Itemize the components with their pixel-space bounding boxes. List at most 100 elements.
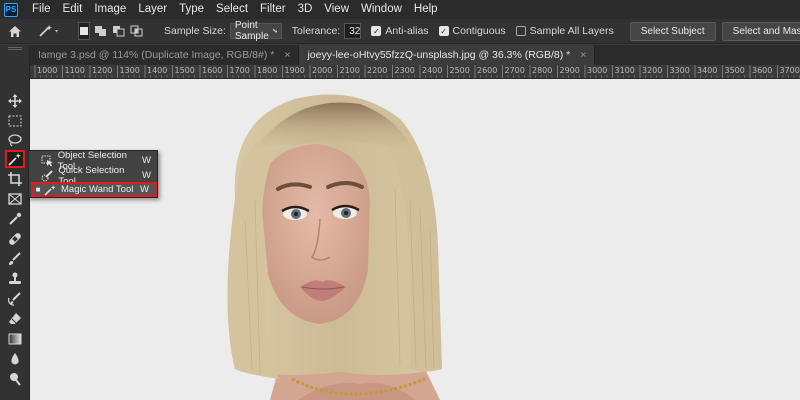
photoshop-logo-icon[interactable]: PS <box>4 2 18 17</box>
sample-all-layers-label: Sample All Layers <box>529 25 614 37</box>
healing-brush-icon <box>9 233 21 245</box>
menu-bar: PS File Edit Image Layer Type Select Fil… <box>0 0 800 19</box>
clone-stamp-icon <box>9 272 21 284</box>
lasso-icon <box>8 134 22 147</box>
ruler-label: 2600 <box>477 66 498 75</box>
close-icon[interactable]: × <box>580 49 586 61</box>
ruler-label: 2900 <box>559 66 580 75</box>
menu-type[interactable]: Type <box>173 0 210 19</box>
ruler-label: 2300 <box>394 66 415 75</box>
ruler-label: 1000 <box>37 66 58 75</box>
blur-icon <box>11 353 19 365</box>
move-icon <box>8 94 22 108</box>
lasso-tool[interactable] <box>5 131 25 149</box>
tolerance-label: Tolerance: <box>291 25 341 37</box>
menu-3d[interactable]: 3D <box>292 0 319 19</box>
tab-iamge-3[interactable]: Iamge 3.psd @ 114% (Duplicate Image, RGB… <box>30 45 300 65</box>
brush-tool[interactable] <box>5 250 25 268</box>
marquee-tool[interactable] <box>5 112 25 130</box>
contiguous-checkbox[interactable]: ✓ Contiguous <box>438 25 506 37</box>
selection-tools-flyout: Object Selection Tool W Quick Selection … <box>28 150 158 198</box>
ruler-label: 1700 <box>229 66 250 75</box>
intersect-selection-button[interactable] <box>130 22 144 40</box>
menu-help[interactable]: Help <box>408 0 444 19</box>
magic-wand-tool[interactable] <box>5 150 25 168</box>
sample-size-label: Sample Size: <box>164 25 226 37</box>
ruler-label: 1500 <box>174 66 195 75</box>
ruler-label: 2500 <box>449 66 470 75</box>
checkmark-icon: ✓ <box>438 26 449 36</box>
menu-file[interactable]: File <box>26 0 57 19</box>
home-button[interactable] <box>8 20 22 42</box>
ruler-label: 2700 <box>504 66 525 75</box>
ruler-label: 3100 <box>614 66 635 75</box>
tool-preset-picker[interactable] <box>38 21 62 41</box>
menu-window[interactable]: Window <box>355 0 408 19</box>
dodge-tool[interactable] <box>5 370 25 388</box>
intersect-selection-icon <box>130 25 143 37</box>
gradient-tool[interactable] <box>5 330 25 348</box>
menu-edit[interactable]: Edit <box>57 0 89 19</box>
home-icon <box>9 25 21 37</box>
tolerance-input[interactable]: 32 <box>344 23 362 39</box>
document-tabs: Iamge 3.psd @ 114% (Duplicate Image, RGB… <box>30 45 800 65</box>
chevron-down-icon <box>272 28 277 33</box>
crop-tool[interactable] <box>5 170 25 188</box>
menu-layer[interactable]: Layer <box>132 0 173 19</box>
dodge-icon <box>10 373 21 386</box>
fly-item-label: Magic Wand Tool <box>61 184 134 195</box>
close-icon[interactable]: × <box>284 49 290 61</box>
menu-filter[interactable]: Filter <box>254 0 292 19</box>
ruler-label: 1800 <box>257 66 278 75</box>
magic-wand-tool-item[interactable]: ■ Magic Wand Tool W <box>31 182 157 197</box>
new-selection-button[interactable] <box>78 22 90 40</box>
ruler-label: 3600 <box>752 66 773 75</box>
ruler-label: 3000 <box>587 66 608 75</box>
move-tool[interactable] <box>5 92 25 110</box>
menu-image[interactable]: Image <box>88 0 132 19</box>
marquee-icon <box>8 115 22 127</box>
ruler-label: 1600 <box>202 66 223 75</box>
select-subject-button[interactable]: Select Subject <box>629 21 716 41</box>
anti-alias-label: Anti-alias <box>385 25 429 37</box>
new-selection-icon <box>80 27 88 35</box>
shortcut-label: W <box>142 170 151 181</box>
photo-image <box>30 79 800 400</box>
eyedropper-icon <box>9 212 22 225</box>
checkmark-icon: ✓ <box>371 26 382 36</box>
menu-select[interactable]: Select <box>210 0 254 19</box>
ruler-label: 1900 <box>284 66 305 75</box>
subtract-from-selection-button[interactable] <box>112 22 126 40</box>
history-brush-tool[interactable] <box>5 290 25 308</box>
quick-selection-icon <box>41 169 55 182</box>
tab-unsplash-photo[interactable]: joeyy-lee-oHtvy55fzzQ-unsplash.jpg @ 36.… <box>299 45 596 65</box>
unchecked-box-icon <box>515 26 526 36</box>
healing-brush-tool[interactable] <box>5 230 25 248</box>
ruler-label: 1200 <box>92 66 113 75</box>
eyedropper-tool[interactable] <box>5 210 25 228</box>
tab-label: Iamge 3.psd @ 114% (Duplicate Image, RGB… <box>38 49 275 61</box>
ruler-label: 3200 <box>642 66 663 75</box>
ruler-label: 2200 <box>367 66 388 75</box>
crop-icon <box>8 172 22 186</box>
selected-bullet-icon: ■ <box>35 185 41 194</box>
clone-stamp-tool[interactable] <box>5 270 25 288</box>
magic-wand-icon <box>43 184 57 196</box>
blur-tool[interactable] <box>5 350 25 368</box>
select-and-mask-button[interactable]: Select and Mask... <box>721 21 800 41</box>
menu-view[interactable]: View <box>318 0 355 19</box>
ruler-label: 3500 <box>724 66 745 75</box>
quick-selection-tool-item[interactable]: Quick Selection Tool W <box>31 165 157 187</box>
document-canvas[interactable] <box>30 79 800 400</box>
ruler-label: 1100 <box>64 66 85 75</box>
eraser-tool[interactable] <box>5 310 25 328</box>
anti-alias-checkbox[interactable]: ✓ Anti-alias <box>371 25 429 37</box>
panel-grip[interactable] <box>8 47 22 50</box>
horizontal-ruler[interactable]: 1000 1100 1200 1300 1400 1500 1600 1700 1800 1900… <box>30 65 800 79</box>
sample-size-select[interactable]: Point Sample <box>229 20 282 42</box>
frame-tool[interactable] <box>5 190 25 208</box>
sample-all-layers-checkbox[interactable]: Sample All Layers <box>515 25 614 37</box>
contiguous-label: Contiguous <box>452 25 506 37</box>
add-to-selection-button[interactable] <box>94 22 108 40</box>
ruler-label: 3700 <box>779 66 800 75</box>
